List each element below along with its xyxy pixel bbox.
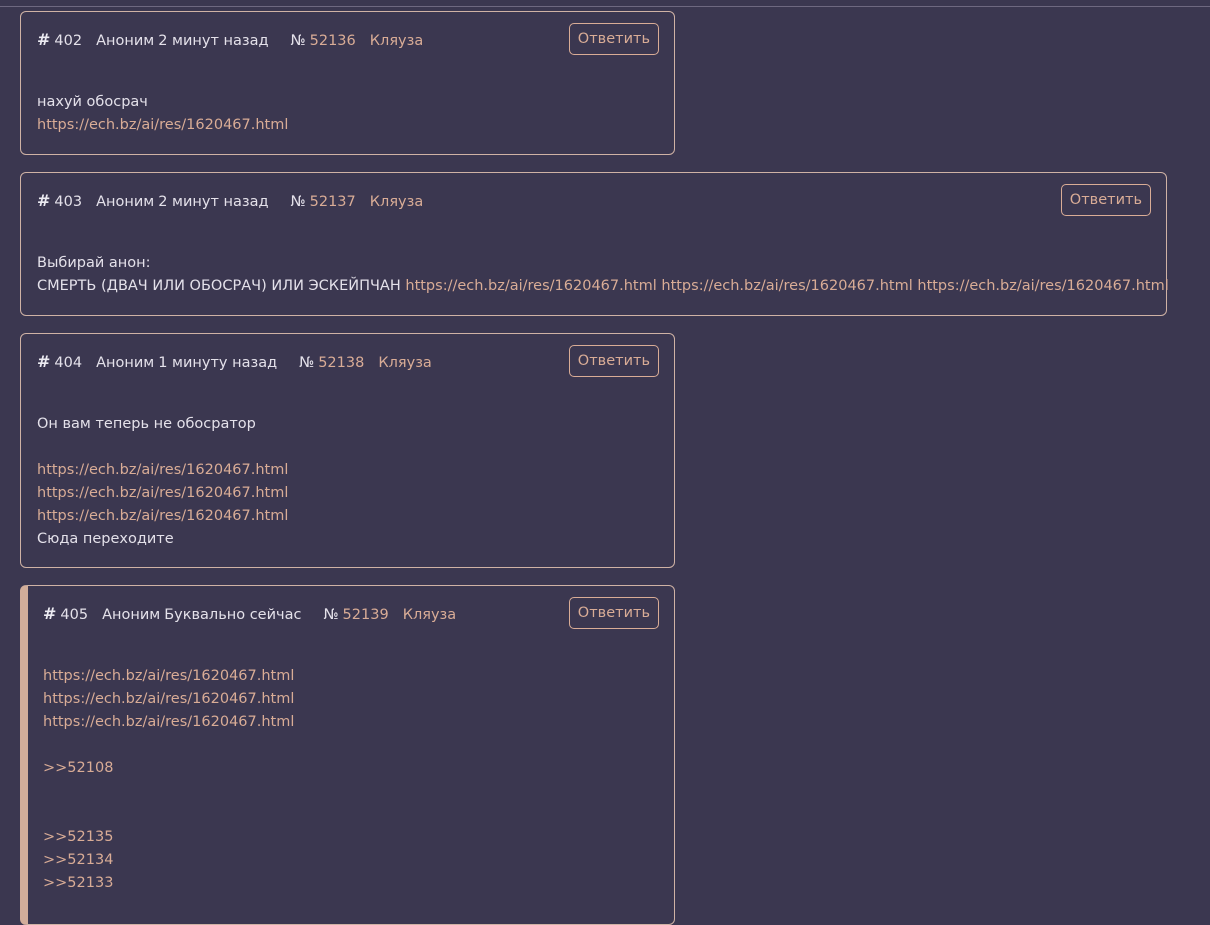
post-id-link[interactable]: 52136 [310, 33, 356, 49]
post-id-sign: № [290, 33, 306, 49]
post-link[interactable]: https://ech.bz/ai/res/1620467.html [37, 117, 288, 133]
post-text: СМЕРТЬ (ДВАЧ ИЛИ ОБОСРАЧ) ИЛИ ЭСКЕЙПЧАН [37, 278, 401, 294]
report-link[interactable]: Кляуза [403, 607, 456, 623]
post-author: Аноним [96, 194, 155, 210]
report-link[interactable]: Кляуза [378, 355, 431, 371]
post-text: Выбирай анон: [37, 255, 151, 271]
post-header: # 405 Аноним Буквально сейчас № 52139 Кл… [43, 604, 456, 623]
post-number-hash: # [43, 604, 57, 623]
report-link[interactable]: Кляуза [370, 194, 423, 210]
post-time: 2 минут назад [158, 194, 269, 210]
reply-button[interactable]: Ответить [568, 23, 659, 55]
post-author: Аноним [96, 355, 155, 371]
reply-reference-link[interactable]: >>52135 [43, 829, 113, 845]
post: # 403 Аноним 2 минут назад № 52137 Кляуз… [20, 172, 1169, 316]
post: # 402 Аноним 2 минут назад № 52136 Кляуз… [20, 11, 675, 155]
post-id-sign: № [290, 194, 306, 210]
post-text: Сюда переходите [37, 531, 174, 547]
post-link[interactable]: https://ech.bz/ai/res/1620467.html [917, 278, 1168, 294]
post-link[interactable]: https://ech.bz/ai/res/1620467.html [661, 278, 912, 294]
post-id-sign: № [323, 607, 339, 623]
post-link[interactable]: https://ech.bz/ai/res/1620467.html [43, 668, 294, 684]
post-header: # 402 Аноним 2 минут назад № 52136 Кляуз… [37, 30, 423, 49]
reply-button[interactable]: Ответить [568, 597, 659, 629]
post-text: Он вам теперь не обосратор [37, 416, 256, 432]
post-header: # 403 Аноним 2 минут назад № 52137 Кляуз… [37, 191, 423, 210]
top-divider [0, 6, 1210, 7]
post-link[interactable]: https://ech.bz/ai/res/1620467.html [37, 485, 288, 501]
post-id-link[interactable]: 52139 [343, 607, 389, 623]
post-text: нахуй обосрач [37, 94, 148, 110]
post-header: # 404 Аноним 1 минуту назад № 52138 Кляу… [37, 352, 432, 371]
post-time: 2 минут назад [158, 33, 269, 49]
post-number: 404 [54, 355, 83, 371]
reply-reference-link[interactable]: >>52108 [43, 760, 113, 776]
post-body: https://ech.bz/ai/res/1620467.html https… [43, 665, 294, 895]
post: # 404 Аноним 1 минуту назад № 52138 Кляу… [20, 333, 675, 568]
post-author: Аноним [96, 33, 155, 49]
reply-button[interactable]: Ответить [1060, 184, 1151, 216]
post-id-link[interactable]: 52138 [318, 355, 364, 371]
report-link[interactable]: Кляуза [370, 33, 423, 49]
post-link[interactable]: https://ech.bz/ai/res/1620467.html [37, 462, 288, 478]
post-link[interactable]: https://ech.bz/ai/res/1620467.html [37, 508, 288, 524]
reply-button[interactable]: Ответить [568, 345, 659, 377]
post-highlighted: # 405 Аноним Буквально сейчас № 52139 Кл… [20, 585, 675, 925]
post-number: 403 [54, 194, 83, 210]
post-number-hash: # [37, 352, 51, 371]
post-link[interactable]: https://ech.bz/ai/res/1620467.html [405, 278, 656, 294]
post-id-sign: № [299, 355, 315, 371]
post-body: Выбирай анон: СМЕРТЬ (ДВАЧ ИЛИ ОБОСРАЧ) … [37, 252, 1169, 298]
reply-reference-link[interactable]: >>52133 [43, 875, 113, 891]
post-body: Он вам теперь не обосратор https://ech.b… [37, 413, 288, 551]
post-number-hash: # [37, 191, 51, 210]
post-author: Аноним [102, 607, 161, 623]
post-body: нахуй обосрач https://ech.bz/ai/res/1620… [37, 91, 288, 137]
post-number: 405 [60, 607, 89, 623]
post-number-hash: # [37, 30, 51, 49]
post-time: 1 минуту назад [158, 355, 278, 371]
post-id-link[interactable]: 52137 [310, 194, 356, 210]
reply-reference-link[interactable]: >>52134 [43, 852, 113, 868]
post-number: 402 [54, 33, 83, 49]
post-link[interactable]: https://ech.bz/ai/res/1620467.html [43, 714, 294, 730]
post-link[interactable]: https://ech.bz/ai/res/1620467.html [43, 691, 294, 707]
post-time: Буквально сейчас [164, 607, 302, 623]
